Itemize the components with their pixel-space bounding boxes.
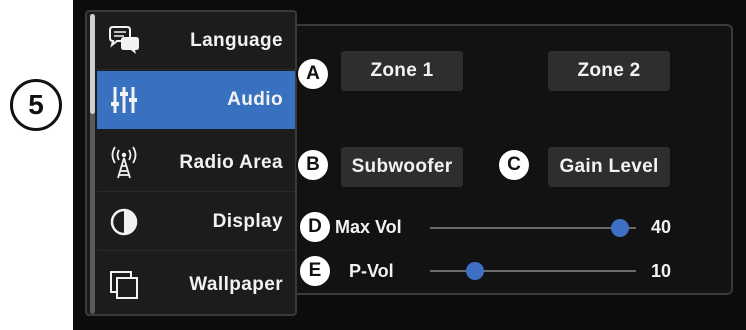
sidebar-item-label: Audio	[227, 89, 283, 110]
sidebar-item-label: Wallpaper	[189, 274, 283, 295]
max-vol-value: 40	[651, 217, 672, 237]
p-vol-value: 10	[651, 261, 672, 281]
sidebar-item-radio-area[interactable]: Radio Area	[97, 134, 295, 192]
sidebar-scrollbar[interactable]	[90, 14, 95, 314]
sidebar-item-label: Radio Area	[179, 152, 283, 173]
callout-b: B	[296, 148, 330, 182]
sidebar-item-label: Display	[212, 211, 283, 232]
step-number-badge: 5	[10, 79, 62, 131]
callout-e: E	[298, 254, 332, 288]
audio-settings-screen: Language Audio Radio Area Display Wallpa…	[73, 0, 746, 330]
zone-1-button[interactable]: Zone 1	[341, 51, 463, 91]
p-vol-label: P-Vol	[349, 261, 394, 281]
max-vol-slider[interactable]	[430, 219, 636, 237]
sidebar-scroll-thumb[interactable]	[90, 14, 95, 114]
sidebar-item-audio[interactable]: Audio	[97, 71, 295, 129]
max-vol-label: Max Vol	[335, 217, 402, 237]
settings-sidebar: Language Audio Radio Area Display Wallpa…	[85, 10, 297, 316]
equalizer-icon	[107, 83, 141, 117]
callout-a: A	[296, 57, 330, 91]
speech-bubbles-icon	[107, 24, 141, 58]
sidebar-item-display[interactable]: Display	[97, 193, 295, 251]
callout-d: D	[298, 210, 332, 244]
sidebar-item-language[interactable]: Language	[97, 12, 295, 70]
max-vol-slider-knob[interactable]	[610, 219, 629, 237]
subwoofer-button[interactable]: Subwoofer	[341, 147, 463, 187]
zone-2-button[interactable]: Zone 2	[548, 51, 670, 91]
contrast-icon	[107, 205, 141, 239]
p-vol-slider[interactable]	[430, 262, 636, 280]
wallpaper-icon	[107, 268, 141, 302]
sidebar-item-wallpaper[interactable]: Wallpaper	[97, 256, 295, 314]
radio-tower-icon	[107, 146, 141, 180]
sidebar-item-label: Language	[190, 30, 283, 51]
gain-level-button[interactable]: Gain Level	[548, 147, 670, 187]
callout-c: C	[497, 148, 531, 182]
